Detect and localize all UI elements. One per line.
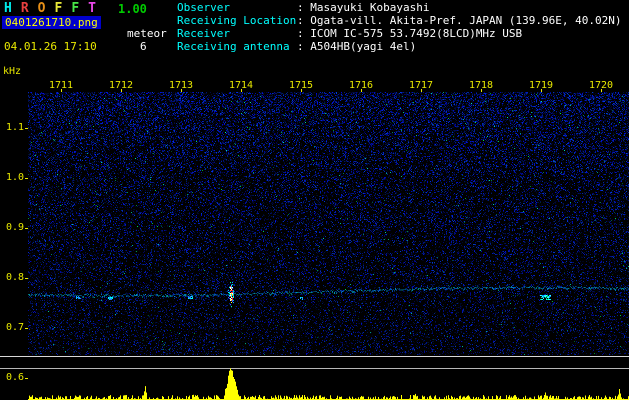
info-row: Observer: Masayuki Kobayashi (177, 1, 622, 14)
title-letter: F (54, 1, 63, 16)
meteor-label: meteor (127, 27, 167, 40)
info-label: Receiving antenna (177, 40, 290, 53)
freq-label: 0.8 (5, 272, 24, 283)
info-value: ICOM IC-575 53.7492(8LCD)MHz USB (310, 27, 523, 40)
title-letter: T (88, 1, 96, 16)
freq-label: 0.7 (5, 322, 24, 333)
title-letter: H (4, 1, 12, 16)
freq-label: 0.9 (5, 222, 24, 233)
info-label: Receiver (177, 27, 230, 40)
title-letter: R (20, 1, 29, 16)
title-letter: F (71, 1, 80, 16)
app-version: 1.00 (118, 2, 147, 16)
freq-label: 0.6 (5, 372, 24, 383)
title-letter: O (37, 1, 46, 16)
signal-meter-canvas (28, 357, 629, 400)
datetime: 04.01.26 17:10 (4, 40, 97, 53)
info-value: Masayuki Kobayashi (310, 1, 430, 14)
app-title: HROFFT (4, 1, 105, 16)
info-row: Receiving Location: Ogata-vill. Akita-Pr… (177, 14, 622, 27)
info-label: Receiving Location (177, 14, 297, 27)
info-row: Receiving antenna: A504HB(yagi 4el) (177, 40, 622, 53)
freq-unit-label: kHz (3, 66, 22, 77)
info-row: Receiver: ICOM IC-575 53.7492(8LCD)MHz U… (177, 27, 622, 40)
freq-label: 1.1 (5, 122, 24, 133)
info-label: Observer (177, 1, 230, 14)
info-value: A504HB(yagi 4el) (310, 40, 417, 53)
filename-badge: 0401261710.png (2, 16, 101, 29)
info-colon: : (297, 40, 311, 53)
info-colon: : (297, 1, 311, 14)
hrofft-screen: HROFFT 1.00 0401261710.png meteor 6 04.0… (0, 0, 629, 400)
spectrogram-canvas (28, 92, 629, 355)
meteor-count: 6 (140, 40, 147, 53)
info-colon: : (297, 14, 311, 27)
info-value: Ogata-vill. Akita-Pref. JAPAN (139.96E, … (310, 14, 622, 27)
info-colon: : (297, 27, 311, 40)
info-table: Observer: Masayuki Kobayashi Receiving Lo… (177, 1, 622, 53)
freq-label: 1.0 (5, 172, 24, 183)
